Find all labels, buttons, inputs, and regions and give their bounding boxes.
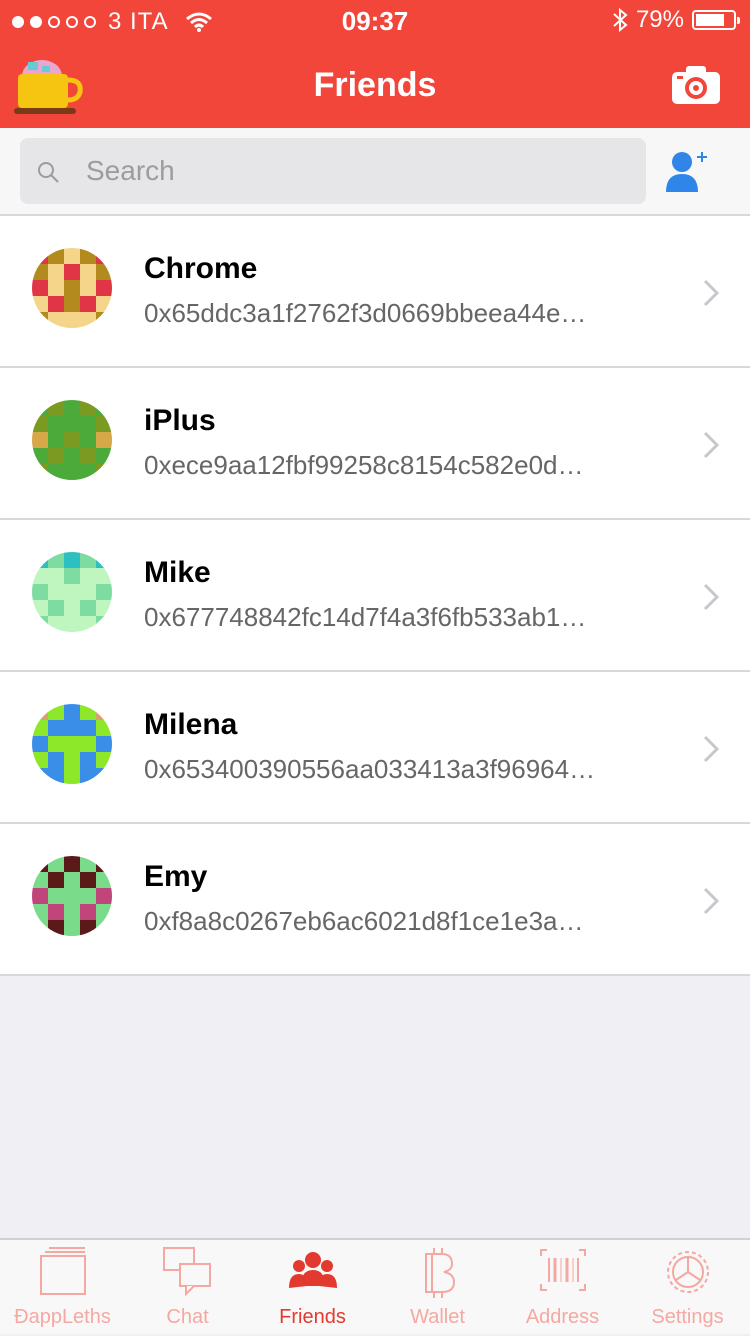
friend-name: iPlus xyxy=(144,404,216,437)
bitcoin-icon xyxy=(412,1246,464,1298)
tab-wallet[interactable]: Wallet xyxy=(375,1240,500,1336)
tab-settings[interactable]: Settings xyxy=(625,1240,750,1336)
friend-address: 0x677748842fc14d7f4a3f6fb533ab1… xyxy=(144,602,587,632)
tab-label: Friends xyxy=(279,1306,346,1328)
tab-label: ÐappLeths xyxy=(14,1306,111,1328)
friend-row[interactable]: iPlus 0xece9aa12fbf99258c8154c582e0d… xyxy=(0,368,750,520)
tab-address[interactable]: Address xyxy=(500,1240,625,1336)
friend-name: Emy xyxy=(144,860,208,893)
friends-icon xyxy=(287,1246,339,1298)
friend-row[interactable]: Mike 0x677748842fc14d7f4a3f6fb533ab1… xyxy=(0,520,750,672)
page-title: Friends xyxy=(313,66,437,104)
gear-icon xyxy=(662,1246,714,1298)
friend-address: 0xece9aa12fbf99258c8154c582e0d… xyxy=(144,450,584,480)
navigation-bar: Friends xyxy=(0,40,750,128)
avatar xyxy=(32,552,112,632)
battery-icon xyxy=(692,10,740,30)
avatar xyxy=(32,856,112,936)
bluetooth-icon xyxy=(613,7,628,33)
add-friend-icon[interactable] xyxy=(664,150,710,194)
tab-label: Wallet xyxy=(410,1306,465,1328)
search-icon xyxy=(38,162,59,183)
tab-label: Address xyxy=(525,1306,600,1328)
friends-list: Chrome 0x65ddc3a1f2762f3d0669bbeea44e… iPl… xyxy=(0,216,750,976)
tab-bar: ÐappLeths Chat Friends Wallet Address Setting… xyxy=(0,1238,750,1334)
chevron-right-icon xyxy=(703,583,720,611)
avatar xyxy=(32,704,112,784)
tab-label: Chat xyxy=(166,1306,209,1328)
friend-name: Milena xyxy=(144,708,238,741)
tab-appleths[interactable]: ÐappLeths xyxy=(0,1240,125,1336)
chevron-right-icon xyxy=(703,887,720,915)
chevron-right-icon xyxy=(703,735,720,763)
camera-icon[interactable] xyxy=(672,64,720,104)
status-bar: 3 ITA 09:37 79% xyxy=(0,0,750,40)
search-bar xyxy=(0,128,750,216)
friend-row[interactable]: Milena 0x653400390556aa033413a3f96964… xyxy=(0,672,750,824)
friend-address: 0x65ddc3a1f2762f3d0669bbeea44e… xyxy=(144,298,587,328)
friend-row[interactable]: Emy 0xf8a8c0267eb6ac6021d8f1ce1e3a… xyxy=(0,824,750,976)
chat-icon xyxy=(162,1246,214,1298)
tab-label: Settings xyxy=(651,1306,724,1328)
friend-name: Mike xyxy=(144,556,211,589)
search-input[interactable] xyxy=(84,146,628,196)
friend-name: Chrome xyxy=(144,252,258,285)
barcode-icon xyxy=(537,1246,589,1298)
chevron-right-icon xyxy=(703,279,720,307)
tab-chat[interactable]: Chat xyxy=(125,1240,250,1336)
avatar xyxy=(32,248,112,328)
friend-address: 0x653400390556aa033413a3f96964… xyxy=(144,754,596,784)
dapp-icon xyxy=(37,1246,89,1298)
chevron-right-icon xyxy=(703,431,720,459)
search-field[interactable] xyxy=(20,138,646,204)
friend-address: 0xf8a8c0267eb6ac6021d8f1ce1e3a… xyxy=(144,906,584,936)
friend-row[interactable]: Chrome 0x65ddc3a1f2762f3d0669bbeea44e… xyxy=(0,216,750,368)
avatar xyxy=(32,400,112,480)
battery-percent: 79% xyxy=(635,6,684,33)
tab-friends[interactable]: Friends xyxy=(250,1240,375,1336)
